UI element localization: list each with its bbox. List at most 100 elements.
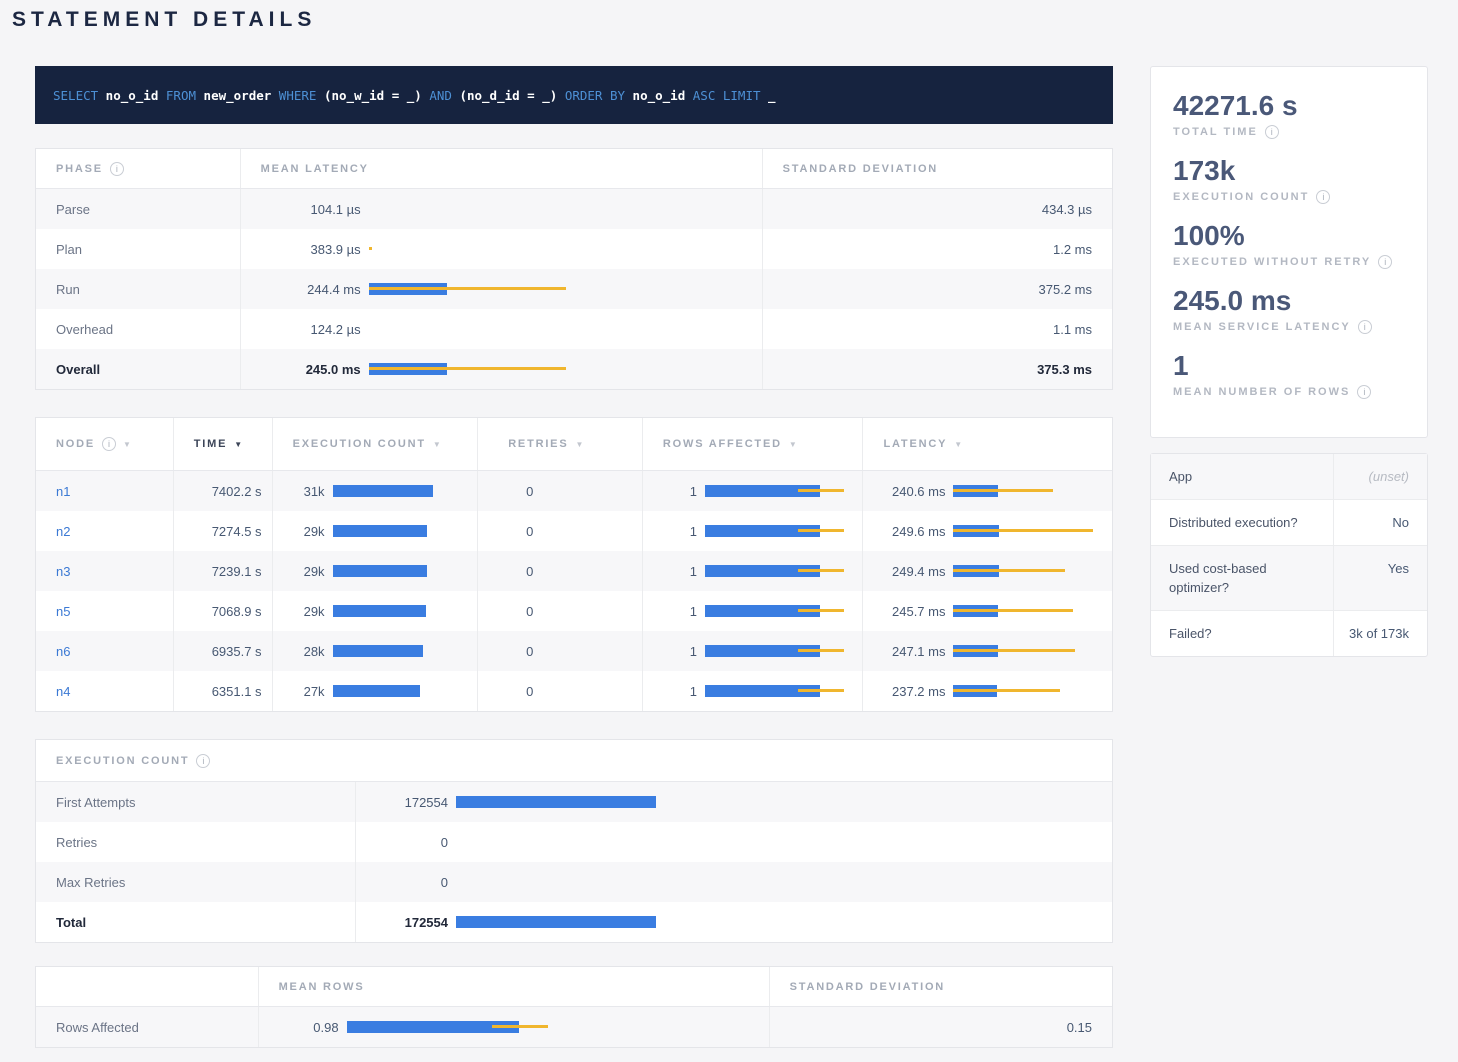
time-value: 6351.1 s — [212, 684, 262, 699]
retries-value: 0 — [526, 564, 533, 579]
rows-affected-table: MEAN ROWS STANDARD DEVIATION Rows Affect… — [35, 966, 1113, 1048]
detail-label: Used cost-based optimizer? — [1151, 546, 1333, 610]
node-table-header: NODEi▼ TIME▼ EXECUTION COUNT▼ RETRIES▼ R… — [36, 418, 1112, 471]
mean-latency-value: 244.4 ms — [261, 282, 361, 297]
node-header-cell[interactable]: NODEi▼ — [36, 418, 174, 470]
execution-count-header-cell[interactable]: EXECUTION COUNT ▼ — [273, 418, 479, 470]
phase-label: Run — [56, 282, 80, 297]
stat-value: 42271.6 s — [1173, 89, 1405, 123]
rows-affected-header: MEAN ROWS STANDARD DEVIATION — [36, 967, 1112, 1007]
mean-latency-value: 104.1 µs — [261, 202, 361, 217]
retries-header-cell[interactable]: RETRIES▼ — [478, 418, 643, 470]
latency-bar — [953, 605, 998, 617]
total-time-info-icon[interactable]: i — [1265, 125, 1279, 139]
execution-count-bar — [456, 796, 656, 808]
latency-bar — [953, 685, 997, 697]
latency-header-cell[interactable]: LATENCY ▼ — [863, 418, 1112, 470]
execution-count-value: 31k — [285, 484, 325, 499]
mean-service-latency-info-icon[interactable]: i — [1358, 320, 1372, 334]
execution-count-value: 29k — [285, 524, 325, 539]
phase-label: Overhead — [56, 322, 113, 337]
retries-header-label: RETRIES — [508, 438, 568, 450]
node-link[interactable]: n5 — [56, 604, 70, 619]
table-row: n5 7068.9 s 29k 0 1 245.7 ms — [36, 591, 1112, 631]
rows-affected-bar — [705, 485, 820, 497]
table-row-total: Total 172554 — [36, 902, 1112, 942]
latency-value: 249.4 ms — [875, 564, 945, 579]
execution-count-section-title: EXECUTION COUNT — [56, 755, 189, 767]
table-row: n1 7402.2 s 31k 0 1 240.6 ms — [36, 471, 1112, 511]
stat-label: MEAN SERVICE LATENCY — [1173, 321, 1351, 333]
sort-caret-icon: ▼ — [234, 440, 244, 449]
rows-affected-header-label: ROWS AFFECTED — [663, 438, 782, 450]
stat-value: 1 — [1173, 349, 1405, 383]
mean-rows-header-label: MEAN ROWS — [279, 981, 365, 993]
execution-count-bar — [333, 525, 427, 537]
sort-caret-icon: ▼ — [954, 440, 964, 449]
table-row: n6 6935.7 s 28k 0 1 247.1 ms — [36, 631, 1112, 671]
std-dev-value: 375.3 ms — [1037, 362, 1092, 377]
node-link[interactable]: n6 — [56, 644, 70, 659]
execution-count-bar — [333, 605, 426, 617]
detail-value: (unset) — [1333, 454, 1427, 499]
sort-caret-icon: ▼ — [789, 440, 799, 449]
time-header-cell[interactable]: TIME ▼ — [174, 418, 273, 470]
retries-value: 0 — [526, 524, 533, 539]
node-link[interactable]: n4 — [56, 684, 70, 699]
detail-value: No — [1333, 500, 1427, 545]
phase-info-icon[interactable]: i — [110, 162, 124, 176]
summary-sidebar: 42271.6 s TOTAL TIME i 173k EXECUTION COU… — [1150, 66, 1428, 657]
sort-caret-icon: ▼ — [123, 440, 133, 449]
detail-row-app: App (unset) — [1151, 454, 1427, 499]
execution-count-table: EXECUTION COUNT i First Attempts 172554 R… — [35, 739, 1113, 943]
node-info-icon[interactable]: i — [102, 437, 116, 451]
rows-affected-bar — [705, 525, 820, 537]
stat-execution-count: 173k EXECUTION COUNTi — [1173, 154, 1405, 204]
rows-affected-value: 1 — [655, 484, 697, 499]
rows-affected-label: Rows Affected — [56, 1020, 139, 1035]
execution-count-value: 29k — [285, 564, 325, 579]
mean-number-of-rows-info-icon[interactable]: i — [1357, 385, 1371, 399]
stat-label: TOTAL TIME — [1173, 126, 1258, 138]
latency-header-label: LATENCY — [883, 438, 947, 450]
exec-row-label: Retries — [56, 835, 97, 850]
latency-bar — [953, 565, 999, 577]
stat-executed-without-retry: 100% EXECUTED WITHOUT RETRYi — [1173, 219, 1405, 269]
execution-count-value: 27k — [285, 684, 325, 699]
time-header-label: TIME — [194, 438, 227, 450]
latency-bar — [953, 645, 998, 657]
detail-label: App — [1151, 454, 1333, 499]
detail-row-failed: Failed? 3k of 173k — [1151, 610, 1427, 656]
execution-count-bar — [333, 565, 427, 577]
std-dev-value: 375.2 ms — [1039, 282, 1092, 297]
sort-caret-icon: ▼ — [433, 440, 443, 449]
stat-value: 173k — [1173, 154, 1405, 188]
empty-header-cell — [36, 967, 259, 1006]
table-row: Max Retries 0 — [36, 862, 1112, 902]
exec-row-value: 172554 — [368, 915, 448, 930]
rows-affected-value: 1 — [655, 524, 697, 539]
latency-value: 240.6 ms — [875, 484, 945, 499]
node-link[interactable]: n2 — [56, 524, 70, 539]
phase-table-header: PHASEi MEAN LATENCY STANDARD DEVIATION — [36, 149, 1112, 189]
execution-count-header-label: EXECUTION COUNT — [293, 438, 426, 450]
execution-count-bar — [333, 645, 423, 657]
latency-value: 237.2 ms — [875, 684, 945, 699]
latency-value: 249.6 ms — [875, 524, 945, 539]
execution-count-info-icon[interactable]: i — [196, 754, 210, 768]
std-dev-value: 1.2 ms — [1053, 242, 1092, 257]
table-row-overall: Overall 245.0 ms 375.3 ms — [36, 349, 1112, 389]
rows-affected-value: 1 — [655, 644, 697, 659]
executed-without-retry-info-icon[interactable]: i — [1378, 255, 1392, 269]
rows-affected-header-cell[interactable]: ROWS AFFECTED ▼ — [643, 418, 864, 470]
retries-value: 0 — [526, 684, 533, 699]
execution-count-info-icon[interactable]: i — [1316, 190, 1330, 204]
detail-value: Yes — [1333, 546, 1427, 610]
time-value: 7274.5 s — [212, 524, 262, 539]
table-row: Overhead 124.2 µs 1.1 ms — [36, 309, 1112, 349]
exec-row-label: Max Retries — [56, 875, 125, 890]
node-link[interactable]: n1 — [56, 484, 70, 499]
node-link[interactable]: n3 — [56, 564, 70, 579]
latency-bar — [953, 525, 999, 537]
table-row: First Attempts 172554 — [36, 782, 1112, 822]
